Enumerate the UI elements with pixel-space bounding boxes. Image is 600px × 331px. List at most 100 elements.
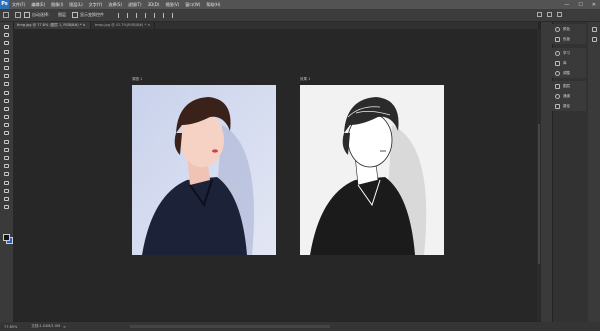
- options-right-group: [537, 12, 562, 17]
- tools-panel: [0, 22, 14, 322]
- zoom-level[interactable]: 77.85%: [4, 325, 17, 329]
- gradient-tool-icon[interactable]: [3, 122, 10, 128]
- edit-toolbar-icon[interactable]: [3, 204, 10, 210]
- path-select-tool-icon[interactable]: [3, 163, 10, 169]
- tab-close-icon[interactable]: ×: [83, 23, 86, 27]
- more-tools-icon[interactable]: [3, 196, 10, 202]
- maximize-button[interactable]: ☐: [578, 2, 582, 8]
- properties-icon[interactable]: [591, 27, 597, 32]
- eyedropper-tool-icon[interactable]: [3, 73, 10, 79]
- foreground-color-swatch[interactable]: [3, 234, 10, 241]
- menu-image[interactable]: 图像(I): [48, 2, 66, 8]
- photoshop-logo-icon: Ps: [0, 0, 9, 9]
- tab-close-icon[interactable]: ×: [147, 23, 150, 27]
- sketch-photo: [300, 85, 444, 255]
- scrollbar-thumb[interactable]: [538, 124, 540, 264]
- history-brush-tool-icon[interactable]: [3, 106, 10, 112]
- marquee-tool-icon[interactable]: [3, 32, 10, 38]
- menu-3d[interactable]: 3D(D): [145, 2, 163, 7]
- tab-label: timg.jpg @ 77.8% (图层 1, RGB/8#) *: [17, 23, 82, 27]
- panel-adjustments[interactable]: 调整: [552, 68, 586, 78]
- menu-filter[interactable]: 滤镜(T): [125, 2, 145, 8]
- panel-layers[interactable]: 图层: [552, 81, 586, 91]
- menu-select[interactable]: 选择(S): [105, 2, 125, 8]
- auto-select-checkbox[interactable]: [24, 12, 30, 18]
- frame-tool-icon[interactable]: [3, 65, 10, 71]
- tab-timg[interactable]: timg.jpg @ 77.8% (图层 1, RGB/8#) * ×: [13, 22, 91, 29]
- brush-tool-icon[interactable]: [3, 90, 10, 96]
- move-tool-icon[interactable]: [15, 12, 21, 18]
- healing-brush-tool-icon[interactable]: [3, 81, 10, 87]
- menu-layer[interactable]: 图层(L): [66, 2, 85, 8]
- panel-paths[interactable]: 路径: [552, 101, 586, 111]
- panel-group-layers: 图层 通道 路径: [552, 81, 586, 111]
- rectangle-tool-icon[interactable]: [3, 171, 10, 177]
- panel-color[interactable]: 颜色: [552, 24, 586, 34]
- tab-ierop[interactable]: ierop.jpg @ 42.7%(RGB/8#) * ×: [90, 22, 156, 29]
- channels-icon: [555, 93, 560, 99]
- eraser-tool-icon[interactable]: [3, 114, 10, 120]
- panel-label: 调整: [563, 70, 570, 75]
- crop-tool-icon[interactable]: [3, 57, 10, 63]
- panel-libraries[interactable]: 库: [552, 58, 586, 68]
- blur-tool-icon[interactable]: [3, 130, 10, 136]
- menu-help[interactable]: 帮助(H): [203, 2, 223, 8]
- options-bar: 自动选择： 图层 显示变换控件: [0, 9, 600, 22]
- panel-learn[interactable]: 学习: [552, 48, 586, 58]
- align-right-icon[interactable]: [136, 12, 141, 18]
- type-tool-icon[interactable]: [3, 155, 10, 161]
- document-size: 文档:1.04M/1.0M: [31, 324, 61, 328]
- menu-file[interactable]: 文件(F): [9, 2, 28, 8]
- window-controls: — ☐ ✕: [564, 0, 596, 9]
- minimize-button[interactable]: —: [564, 2, 569, 8]
- layer-select-dropdown[interactable]: 图层: [58, 12, 66, 18]
- distribute-icon[interactable]: [172, 12, 177, 18]
- align-bottom-icon[interactable]: [163, 12, 168, 18]
- adjust-icon: [555, 70, 560, 76]
- dodge-tool-icon[interactable]: [3, 139, 10, 145]
- home-icon[interactable]: [3, 12, 9, 18]
- search-icon[interactable]: [537, 12, 542, 17]
- paths-icon: [555, 103, 560, 109]
- far-right-strip: [588, 22, 600, 322]
- workspace-icon[interactable]: [547, 12, 552, 17]
- panel-label: 路径: [563, 103, 570, 108]
- status-arrow-icon[interactable]: >: [63, 325, 66, 329]
- right-image-label: 效果 1: [300, 77, 311, 81]
- menu-type[interactable]: 文字(Y): [86, 2, 106, 8]
- horizontal-scrollbar[interactable]: [130, 325, 330, 328]
- learn-icon: [555, 50, 560, 56]
- original-photo: [132, 85, 276, 255]
- pen-tool-icon[interactable]: [3, 147, 10, 153]
- menu-window[interactable]: 窗口(W): [182, 2, 203, 8]
- panel-swatches[interactable]: 色板: [552, 34, 586, 44]
- panel-label: 色板: [563, 36, 570, 41]
- document-tabs: timg.jpg @ 77.8% (图层 1, RGB/8#) * × iero…: [13, 22, 538, 29]
- layers-icon: [555, 83, 560, 89]
- quick-select-tool-icon[interactable]: [3, 49, 10, 55]
- menu-bar: Ps 文件(F) 编辑(E) 图像(I) 图层(L) 文字(Y) 选择(S) 滤…: [0, 0, 600, 9]
- zoom-tool-icon[interactable]: [3, 188, 10, 194]
- canvas-area[interactable]: 原图 1 效果 1: [13, 29, 537, 321]
- align-middle-icon[interactable]: [154, 12, 159, 18]
- move-tool-icon[interactable]: [3, 24, 10, 30]
- align-top-icon[interactable]: [145, 12, 150, 18]
- panel-channels[interactable]: 通道: [552, 91, 586, 101]
- close-button[interactable]: ✕: [592, 2, 596, 8]
- align-icons-group: [118, 12, 177, 18]
- libraries-icon: [555, 60, 560, 66]
- lasso-tool-icon[interactable]: [3, 40, 10, 46]
- align-left-icon[interactable]: [118, 12, 123, 18]
- panel-label: 通道: [563, 93, 570, 98]
- share-icon[interactable]: [557, 12, 562, 17]
- auto-select-label: 自动选择：: [32, 12, 52, 17]
- show-transform-checkbox[interactable]: [72, 12, 78, 18]
- hand-tool-icon[interactable]: [3, 180, 10, 186]
- menu-view[interactable]: 视图(V): [162, 2, 182, 8]
- panel-group-learn: 学习 库 调整: [552, 48, 586, 78]
- menu-edit[interactable]: 编辑(E): [28, 2, 48, 8]
- panel-label: 图层: [563, 83, 570, 88]
- align-center-icon[interactable]: [127, 12, 132, 18]
- character-icon[interactable]: [591, 37, 597, 42]
- clone-stamp-tool-icon[interactable]: [3, 98, 10, 104]
